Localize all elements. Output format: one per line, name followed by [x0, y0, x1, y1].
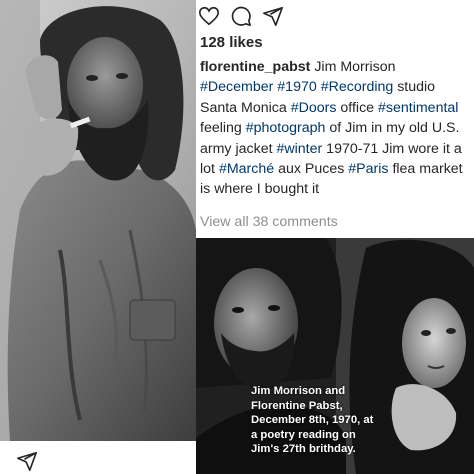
caption-segment: aux Puces — [274, 161, 349, 178]
post-caption: florentine_pabst Jim Morrison #December … — [200, 57, 472, 200]
hashtag-link[interactable]: #Marché — [219, 161, 274, 177]
hashtag-link[interactable]: #December — [200, 79, 273, 95]
hashtag-link[interactable]: #1970 — [277, 79, 316, 95]
comment-icon[interactable] — [230, 5, 252, 27]
caption-segment: office — [336, 99, 378, 116]
hashtag-link[interactable]: #Recording — [321, 79, 394, 95]
overlay-line: a poetry reading on — [251, 428, 356, 441]
action-bar — [198, 4, 284, 28]
paper-plane-icon[interactable] — [16, 450, 38, 472]
caption-segment: feeling — [200, 120, 246, 137]
caption-text: Jim Morrison #December #1970 #Recording … — [200, 59, 463, 197]
overlay-line: December 8th, 1970, at — [251, 414, 374, 426]
hashtag-link[interactable]: #Paris — [348, 161, 388, 177]
photo-overlay-caption: Jim Morrison and Florentine Pabst, Decem… — [251, 384, 391, 457]
hashtag-link[interactable]: #sentimental — [378, 100, 458, 116]
likes-count[interactable]: 128 likes — [200, 34, 263, 51]
hashtag-link[interactable]: #photograph — [246, 120, 326, 136]
overlay-line: Jim Morrison and — [251, 385, 346, 397]
man-smoking-photo — [0, 0, 196, 441]
overlay-line: Jim's 27th brithday. — [251, 443, 356, 455]
view-comments-link[interactable]: View all 38 comments — [200, 214, 338, 230]
post-details: 128 likes florentine_pabst Jim Morrison … — [196, 0, 474, 238]
paper-plane-icon[interactable] — [262, 5, 284, 27]
hashtag-link[interactable]: #winter — [276, 141, 322, 157]
username-link[interactable]: florentine_pabst — [200, 59, 310, 75]
post-photo-left[interactable] — [0, 0, 196, 441]
hashtag-link[interactable]: #Doors — [291, 100, 337, 116]
caption-segment: Jim Morrison — [310, 59, 396, 75]
heart-icon[interactable] — [198, 5, 220, 27]
overlay-line: Florentine Pabst, — [251, 399, 343, 412]
